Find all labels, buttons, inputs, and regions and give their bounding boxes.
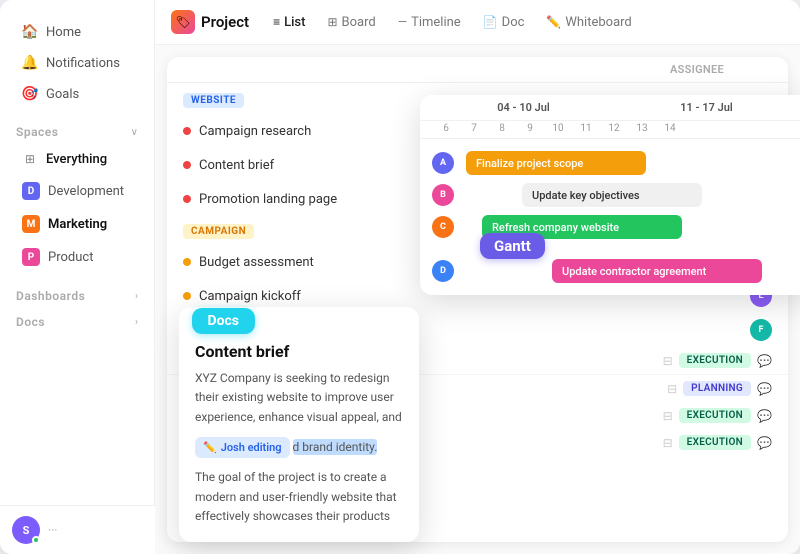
gantt-avatar: D [432,260,454,282]
gantt-row[interactable]: B Update key objectives [420,179,800,211]
pencil-icon: ✏️ [203,439,217,457]
sidebar-item-notifications[interactable]: 🔔 Notifications [6,48,148,78]
whiteboard-tab-icon: ✏️ [546,15,561,29]
gantt-bubble: Gantt [480,233,545,259]
docs-card-text: XYZ Company is seeking to redesign their… [195,369,403,526]
sidebar-item-product[interactable]: P Product [6,241,148,273]
gantt-day: 14 [656,123,684,134]
chat-icon: 💬 [757,382,772,396]
task-list-header: ASSIGNEE [167,57,788,83]
gantt-day: 12 [600,123,628,134]
sidebar-item-development[interactable]: D Development [6,175,148,207]
home-icon: 🏠 [22,24,38,40]
website-category-badge: WEBSITE [183,93,244,108]
tab-whiteboard[interactable]: ✏️ Whiteboard [536,11,641,34]
table-icon: ⊟ [663,436,673,450]
chat-icon: 💬 [757,409,772,423]
gantt-day: 8 [488,123,516,134]
board-tab-icon: ⊞ [327,15,337,29]
gantt-card: 04 - 10 Jul 11 - 17 Jul 6 7 8 9 10 11 12… [420,95,800,295]
table-icon: ⊟ [667,382,677,396]
table-icon: ⊟ [663,354,673,368]
gantt-avatar: A [432,152,454,174]
docs-chevron-icon: › [135,317,138,328]
chat-icon: 💬 [757,354,772,368]
tab-list[interactable]: ≡ List [263,11,315,34]
status-badge: EXECUTION [679,435,751,450]
dashboards-chevron-icon: › [135,291,138,302]
gantt-day: 13 [628,123,656,134]
settings-icon: ··· [48,523,57,537]
sidebar-footer: S ··· [0,505,155,554]
status-badge: EXECUTION [679,408,751,423]
timeline-tab-icon: — [398,15,407,29]
status-badge: PLANNING [683,381,751,396]
marketing-badge: M [22,215,40,233]
editing-badge: ✏️ Josh editing [195,437,290,459]
dashboards-section-label: Dashboards [16,289,85,303]
product-badge: P [22,248,40,266]
gantt-day: 9 [516,123,544,134]
tab-doc[interactable]: 📄 Doc [473,11,535,34]
project-icon: 🏷 [171,10,195,34]
doc-tab-icon: 📄 [483,15,498,29]
gantt-bar: Update contractor agreement [552,259,762,283]
sidebar-item-everything[interactable]: ⊞ Everything [6,144,148,174]
gantt-avatar: B [432,184,454,206]
tab-board[interactable]: ⊞ Board [317,11,385,34]
online-indicator [32,536,40,544]
gantt-day: 11 [572,123,600,134]
gantt-row[interactable]: D Update contractor agreement [420,255,800,287]
gantt-bar-gray: Update key objectives [522,183,702,207]
gantt-week1-label: 04 - 10 Jul [432,101,615,114]
nav-tabs: ≡ List ⊞ Board — Timeline 📄 Doc ✏️ Wh [263,11,642,34]
sidebar-item-marketing[interactable]: M Marketing [6,208,148,240]
gantt-avatar: C [432,216,454,238]
project-title: Project [201,13,249,31]
gantt-day: 6 [432,123,460,134]
sidebar-item-goals[interactable]: 🎯 Goals [6,79,148,109]
header: 🏷 Project ≡ List ⊞ Board — Timeline 📄 Do… [155,0,800,45]
spaces-section-label: Spaces [16,125,58,139]
list-tab-icon: ≡ [273,15,280,29]
docs-card-title: Content brief [195,342,403,361]
status-badge: EXECUTION [679,353,751,368]
development-badge: D [22,182,40,200]
gantt-day: 10 [544,123,572,134]
docs-bubble: Docs [192,308,256,334]
spaces-chevron-icon: ∨ [131,127,138,138]
gantt-row[interactable]: C Refresh company website Gantt [420,211,800,243]
bell-icon: 🔔 [22,55,38,71]
docs-section-label: Docs [16,315,45,329]
tab-timeline[interactable]: — Timeline [388,11,471,34]
goals-icon: 🎯 [22,86,38,102]
chat-icon: 💬 [757,436,772,450]
sidebar-item-home[interactable]: 🏠 Home [6,17,148,47]
everything-icon: ⊞ [22,151,38,167]
gantt-week2-label: 11 - 17 Jul [615,101,798,114]
docs-card: Docs Content brief XYZ Company is seekin… [179,307,419,542]
gantt-day: 7 [460,123,488,134]
highlighted-text: d brand identity. [293,439,378,455]
campaign-category-badge: CAMPAIGN [183,224,254,239]
gantt-bar: Finalize project scope [466,151,646,175]
table-icon: ⊟ [663,409,673,423]
gantt-row[interactable]: A Finalize project scope [420,147,800,179]
assignee-column-header: ASSIGNEE [652,63,732,76]
